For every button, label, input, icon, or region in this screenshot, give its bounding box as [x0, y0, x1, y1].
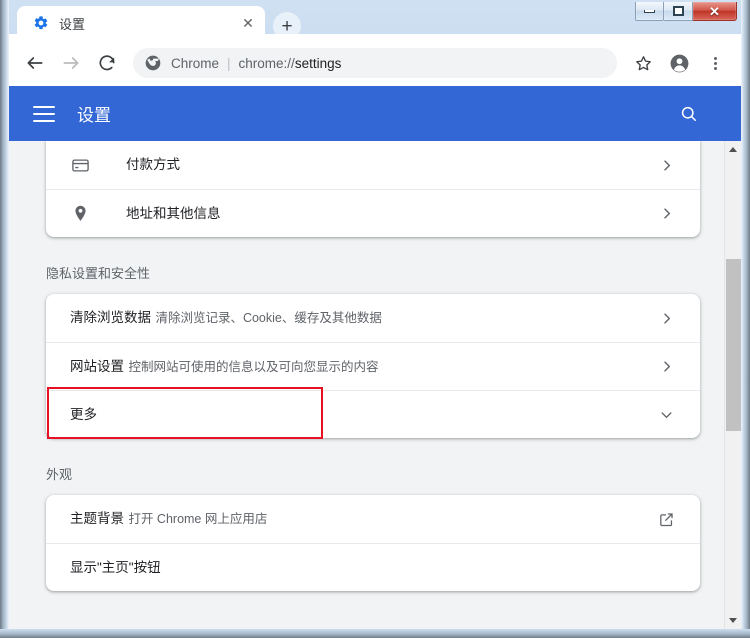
- row-payment-methods[interactable]: 付款方式: [46, 141, 700, 189]
- new-tab-button[interactable]: +: [273, 12, 301, 40]
- close-window-button[interactable]: ✕: [693, 2, 737, 21]
- scroll-up-arrow[interactable]: [725, 141, 741, 158]
- row-title: 更多: [70, 406, 97, 422]
- row-title: 清除浏览数据: [70, 310, 151, 325]
- chevron-right-icon[interactable]: [652, 353, 680, 381]
- omnibox-separator: |: [227, 55, 231, 71]
- row-more[interactable]: 更多: [46, 390, 700, 438]
- close-icon: ✕: [709, 3, 720, 19]
- row-title: 网站设置: [70, 358, 124, 374]
- omnibox-url-prefix: chrome://: [238, 55, 295, 71]
- window-controls: ✕: [635, 2, 737, 21]
- window-frame-right: [741, 0, 750, 638]
- row-subtitle: 控制网站可使用的信息以及可向您显示的内容: [128, 359, 379, 374]
- account-avatar-icon: [670, 54, 688, 72]
- row-subtitle: 清除浏览记录、Cookie、缓存及其他数据: [155, 311, 382, 325]
- row-site-settings[interactable]: 网站设置 控制网站可使用的信息以及可向您显示的内容: [46, 342, 700, 390]
- reload-button[interactable]: [92, 48, 122, 78]
- row-themes[interactable]: 主题背景 打开 Chrome 网上应用店: [46, 495, 700, 543]
- back-button[interactable]: [20, 48, 50, 78]
- row-title: 主题背景: [70, 511, 124, 526]
- window-frame-left: [0, 0, 9, 638]
- row-addresses[interactable]: 地址和其他信息: [46, 189, 700, 237]
- three-dot-menu-icon: [713, 55, 717, 71]
- section-title-appearance: 外观: [46, 467, 73, 482]
- browser-menu-button[interactable]: [700, 48, 730, 78]
- omnibox-scheme-label: Chrome: [171, 55, 220, 71]
- row-text: 更多: [70, 395, 652, 435]
- chevron-right-icon[interactable]: [652, 304, 680, 332]
- restore-button[interactable]: [664, 2, 693, 21]
- page-scrollbar[interactable]: [724, 141, 741, 629]
- search-icon[interactable]: [677, 102, 701, 126]
- credit-card-icon: [70, 155, 90, 175]
- back-arrow-icon: [27, 57, 43, 69]
- restore-icon: [672, 6, 684, 16]
- tab-strip: 设置 ✕ +: [9, 0, 741, 40]
- bottom-spacer: [9, 591, 724, 607]
- star-icon: [635, 55, 651, 70]
- location-pin-icon: [70, 204, 90, 224]
- address-bar[interactable]: Chrome | chrome://settings: [133, 48, 617, 78]
- row-subtitle: 打开 Chrome 网上应用店: [128, 512, 268, 526]
- chevron-down-icon[interactable]: [652, 401, 680, 429]
- settings-header: 设置: [9, 86, 741, 141]
- browser-toolbar: Chrome | chrome://settings: [9, 40, 741, 86]
- tab-title: 设置: [59, 16, 86, 32]
- bookmark-button[interactable]: [628, 48, 658, 78]
- appearance-card: 主题背景 打开 Chrome 网上应用店 显示"主页"按钮: [46, 495, 700, 591]
- hamburger-icon[interactable]: [33, 105, 55, 122]
- row-show-home-button[interactable]: 显示"主页"按钮: [46, 543, 700, 591]
- forward-button[interactable]: [56, 48, 86, 78]
- chevron-right-icon[interactable]: [652, 200, 680, 228]
- section-title-privacy: 隐私设置和安全性: [46, 266, 151, 281]
- minimize-icon: [644, 9, 655, 13]
- external-link-icon[interactable]: [652, 505, 680, 533]
- scroll-thumb[interactable]: [726, 259, 741, 431]
- omnibox-url-emphasis: settings: [294, 55, 342, 71]
- minimize-button[interactable]: [635, 2, 664, 21]
- window-frame-bottom: [0, 629, 750, 638]
- row-title: 显示"主页"按钮: [70, 559, 161, 575]
- reload-icon: [99, 55, 115, 71]
- chevron-right-icon[interactable]: [652, 151, 680, 179]
- row-text: 付款方式: [126, 145, 652, 185]
- row-text: 清除浏览数据 清除浏览记录、Cookie、缓存及其他数据: [70, 298, 652, 338]
- settings-content-inner: 付款方式 地址和其他信息 隐私设置和安全性 清除浏览数据 清除浏览记录、Cook…: [9, 141, 724, 607]
- row-clear-browsing-data[interactable]: 清除浏览数据 清除浏览记录、Cookie、缓存及其他数据: [46, 294, 700, 342]
- autofill-card: 付款方式 地址和其他信息: [46, 141, 700, 237]
- close-tab-button[interactable]: ✕: [237, 12, 259, 34]
- page-viewport: 设置 付款方式 地址和其他信息 隐私设置和安全性 清除浏览数据 清除浏览记录、C…: [9, 86, 741, 629]
- row-text: 网站设置 控制网站可使用的信息以及可向您显示的内容: [70, 347, 652, 387]
- browser-window: ✕ 设置 ✕ + Chrome | chrome://settings 设置 付…: [0, 0, 750, 638]
- chrome-logo-icon: [145, 55, 161, 71]
- forward-arrow-icon: [63, 57, 79, 69]
- row-text: 主题背景 打开 Chrome 网上应用店: [70, 499, 652, 539]
- row-title: 地址和其他信息: [126, 205, 221, 221]
- omnibox-url: chrome://settings: [239, 56, 342, 71]
- privacy-card: 清除浏览数据 清除浏览记录、Cookie、缓存及其他数据 网站设置 控制网站可使…: [46, 294, 700, 438]
- gear-icon: [33, 15, 49, 31]
- profile-button[interactable]: [664, 48, 694, 78]
- tab-settings[interactable]: 设置 ✕: [17, 6, 265, 40]
- settings-content: 付款方式 地址和其他信息 隐私设置和安全性 清除浏览数据 清除浏览记录、Cook…: [9, 141, 724, 629]
- row-text: 地址和其他信息: [126, 194, 652, 234]
- row-title: 付款方式: [126, 157, 180, 172]
- scroll-down-arrow[interactable]: [725, 612, 741, 629]
- row-text: 显示"主页"按钮: [70, 548, 680, 588]
- page-title: 设置: [77, 106, 111, 125]
